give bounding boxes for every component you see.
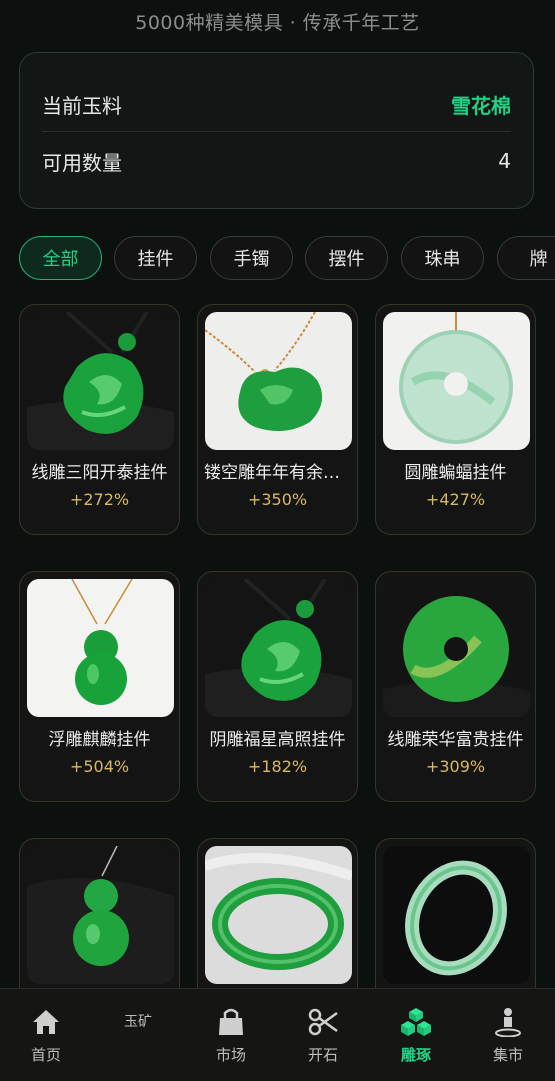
material-info-card: 当前玉料 雪花棉 可用数量 4 <box>19 52 534 209</box>
product-percent: +504% <box>69 757 130 776</box>
jade-gourd-pendant-icon <box>27 846 174 984</box>
tab-beads[interactable]: 珠串 <box>401 236 484 280</box>
material-value: 雪花棉 <box>451 93 511 118</box>
quantity-label: 可用数量 <box>42 150 122 175</box>
product-card[interactable]: 浮雕麒麟挂件 +504% <box>19 571 180 802</box>
category-tabs: 全部 挂件 手镯 摆件 珠串 牌 <box>19 236 555 282</box>
person-pin-icon <box>495 1008 521 1037</box>
jade-carved-pendant-icon <box>205 579 352 717</box>
nav-market[interactable]: 市场 <box>185 989 277 1081</box>
nav-home[interactable]: 首页 <box>0 989 92 1081</box>
scissors-icon <box>308 1008 338 1036</box>
nav-bazaar-label: 集市 <box>492 1046 523 1064</box>
nav-bazaar[interactable]: 集市 <box>462 989 554 1081</box>
jade-carved-pendant-icon <box>27 312 174 450</box>
shopping-bag-icon <box>219 1008 243 1035</box>
product-name: 线雕荣华富贵挂件 <box>387 730 524 750</box>
product-percent: +182% <box>247 757 308 776</box>
quantity-row: 可用数量 4 <box>42 133 511 189</box>
nav-carve[interactable]: 雕琢 <box>370 989 462 1081</box>
jade-cloud-pendant-icon <box>205 312 352 450</box>
product-card[interactable]: 圆雕蝙蝠挂件 +427% <box>375 304 536 535</box>
product-card[interactable]: 线雕荣华富贵挂件 +309% <box>375 571 536 802</box>
product-name: 阴雕福星高照挂件 <box>209 730 346 750</box>
material-row: 当前玉料 雪花棉 <box>42 76 511 132</box>
cubes-icon <box>401 1008 431 1036</box>
product-percent: +272% <box>69 490 130 509</box>
product-card[interactable]: 阴雕福星高照挂件 +182% <box>197 571 358 802</box>
nav-market-label: 市场 <box>215 1046 246 1064</box>
nav-mine-label: 玉矿 <box>124 1014 152 1030</box>
product-percent: +309% <box>425 757 486 776</box>
product-percent: +350% <box>247 490 308 509</box>
product-name: 线雕三阳开泰挂件 <box>31 463 168 483</box>
tab-ornament[interactable]: 摆件 <box>305 236 388 280</box>
bottom-nav: 首页 玉矿 市场 开石 雕琢 集市 <box>0 988 555 1081</box>
material-label: 当前玉料 <box>42 93 122 118</box>
product-percent: +427% <box>425 490 486 509</box>
jade-bangle-icon <box>205 846 352 984</box>
product-name: 镂空雕年年有余挂件 <box>204 463 351 483</box>
quantity-value: 4 <box>498 149 511 173</box>
nav-cut-stone-label: 开石 <box>307 1046 338 1064</box>
product-card[interactable]: 镂空雕年年有余挂件 +350% <box>197 304 358 535</box>
home-icon <box>33 1010 59 1034</box>
jade-bangle-icy-icon <box>383 846 530 984</box>
jade-disc-pendant-icon <box>383 312 530 450</box>
divider <box>42 131 511 132</box>
product-name: 圆雕蝙蝠挂件 <box>404 463 507 483</box>
jade-gourd-pendant-icon <box>27 579 174 717</box>
nav-mine[interactable]: 玉矿 <box>92 989 184 1081</box>
nav-carve-label: 雕琢 <box>400 1046 431 1064</box>
page-subtitle: 5000种精美模具 · 传承千年工艺 <box>135 12 420 34</box>
nav-cut-stone[interactable]: 开石 <box>277 989 369 1081</box>
tab-plaque[interactable]: 牌 <box>497 236 555 280</box>
product-card[interactable]: 线雕三阳开泰挂件 +272% <box>19 304 180 535</box>
tab-all[interactable]: 全部 <box>19 236 102 280</box>
tab-pendant[interactable]: 挂件 <box>114 236 197 280</box>
tab-bangle[interactable]: 手镯 <box>210 236 293 280</box>
jade-donut-disc-icon <box>383 579 530 717</box>
nav-home-label: 首页 <box>30 1046 61 1064</box>
product-name: 浮雕麒麟挂件 <box>48 730 151 750</box>
